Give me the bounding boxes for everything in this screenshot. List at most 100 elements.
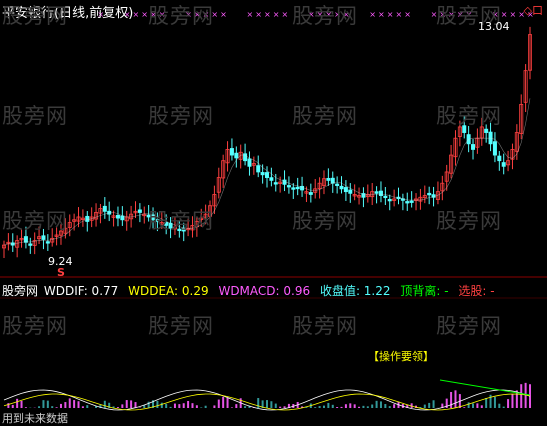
- macd-bar: [362, 406, 364, 408]
- macd-bar: [389, 406, 391, 408]
- candle-body: [340, 186, 343, 189]
- watermark: 股旁网: [2, 0, 68, 30]
- macd-bar: [481, 405, 483, 408]
- macd-bar: [42, 400, 44, 408]
- macd-bar: [21, 401, 23, 408]
- macd-bar: [56, 407, 58, 408]
- macd-bar: [433, 400, 435, 408]
- signal-mark: ×: [273, 10, 280, 19]
- chart-stage: ×××××××××××××××××××××××××××××××××××× 平安银…: [0, 0, 547, 424]
- signal-mark: ×: [264, 10, 271, 19]
- candle-body: [257, 166, 260, 172]
- macd-bar: [454, 390, 456, 408]
- macd-bar: [349, 403, 351, 408]
- candle-body: [471, 145, 474, 150]
- candle-body: [287, 186, 290, 188]
- macd-bar: [218, 400, 220, 408]
- sell-signal-mark: S: [57, 266, 65, 279]
- macd-bar: [25, 407, 27, 408]
- pick-value: 选股: -: [458, 284, 494, 298]
- macd-bar: [367, 406, 369, 408]
- macd-bar: [332, 405, 334, 408]
- macd-bar: [165, 404, 167, 408]
- window-control-icons[interactable]: ◇口: [524, 2, 543, 18]
- macd-bar: [213, 405, 215, 408]
- macd-bar: [476, 403, 478, 408]
- macd-bar: [12, 405, 14, 408]
- macd-bar: [507, 399, 509, 408]
- macd-bar: [284, 406, 286, 408]
- macd-bar: [117, 407, 119, 408]
- macd-bar: [64, 402, 66, 408]
- candle-body: [235, 153, 238, 158]
- candle-body: [296, 187, 299, 189]
- macd-bar: [494, 397, 496, 408]
- divergence-line: [440, 380, 530, 395]
- watermark: 股旁网: [148, 205, 214, 235]
- signal-mark: ×: [509, 10, 516, 19]
- candle-body: [292, 188, 295, 190]
- macd-bar: [468, 402, 470, 408]
- macd-bar: [38, 406, 40, 408]
- macd-bar: [345, 404, 347, 408]
- macd-bar: [376, 401, 378, 408]
- macd-bar: [205, 406, 207, 408]
- macd-bar: [485, 398, 487, 408]
- candle-body: [384, 196, 387, 198]
- macd-bar: [227, 398, 229, 408]
- macd-bar: [7, 403, 9, 408]
- macd-bar: [341, 407, 343, 408]
- watermark: 股旁网: [2, 310, 68, 340]
- macd-bar: [319, 406, 321, 408]
- high-price-label: 13.04: [478, 20, 510, 33]
- macd-bar: [222, 397, 224, 408]
- macd-bar: [327, 403, 329, 408]
- watermark: 股旁网: [436, 100, 502, 130]
- macd-bar: [380, 401, 382, 408]
- candle-body: [336, 184, 339, 186]
- watermark: 股旁网: [436, 310, 502, 340]
- macd-bar: [191, 403, 193, 408]
- candle-body: [388, 199, 391, 201]
- macd-bar: [187, 401, 189, 408]
- macd-bar: [156, 401, 158, 408]
- indicator-prefix: 股旁网: [2, 284, 38, 298]
- candle-body: [274, 183, 277, 185]
- macd-bar: [86, 405, 88, 408]
- macd-bar: [161, 403, 163, 408]
- macd-bar: [424, 405, 426, 408]
- macd-bar: [463, 407, 465, 408]
- candle-body: [138, 210, 141, 213]
- watermark: 股旁网: [148, 100, 214, 130]
- candle-body: [42, 236, 45, 240]
- indicator-bar: 股旁网 WDDIF: 0.77 WDDEA: 0.29 WDMACD: 0.96…: [2, 282, 501, 299]
- candle-body: [344, 187, 347, 191]
- signal-mark: ×: [246, 10, 253, 19]
- macd-bar: [511, 394, 513, 408]
- macd-bar: [51, 406, 53, 408]
- macd-bar: [196, 405, 198, 408]
- candle-body: [327, 178, 330, 180]
- macd-bar: [520, 384, 522, 408]
- candle-body: [309, 192, 312, 194]
- macd-bar: [104, 401, 106, 408]
- signal-mark: ×: [387, 10, 394, 19]
- macd-bar: [200, 407, 202, 408]
- candle-body: [230, 148, 233, 155]
- watermark: 股旁网: [2, 100, 68, 130]
- macd-bar: [472, 403, 474, 408]
- macd-bar: [384, 404, 386, 408]
- divergence-value: 顶背离: -: [400, 284, 448, 298]
- candle-body: [379, 191, 382, 195]
- macd-bar: [148, 402, 150, 408]
- macd-bar: [126, 400, 128, 408]
- watermark: 股旁网: [292, 100, 358, 130]
- candle-body: [86, 216, 89, 221]
- macd-bar: [178, 404, 180, 408]
- candle-body: [493, 142, 496, 155]
- macd-bar: [279, 407, 281, 408]
- wddif-value: WDDIF: 0.77: [44, 284, 118, 298]
- macd-bar: [82, 406, 84, 408]
- candle-body: [116, 215, 119, 218]
- macd-bar: [270, 401, 272, 408]
